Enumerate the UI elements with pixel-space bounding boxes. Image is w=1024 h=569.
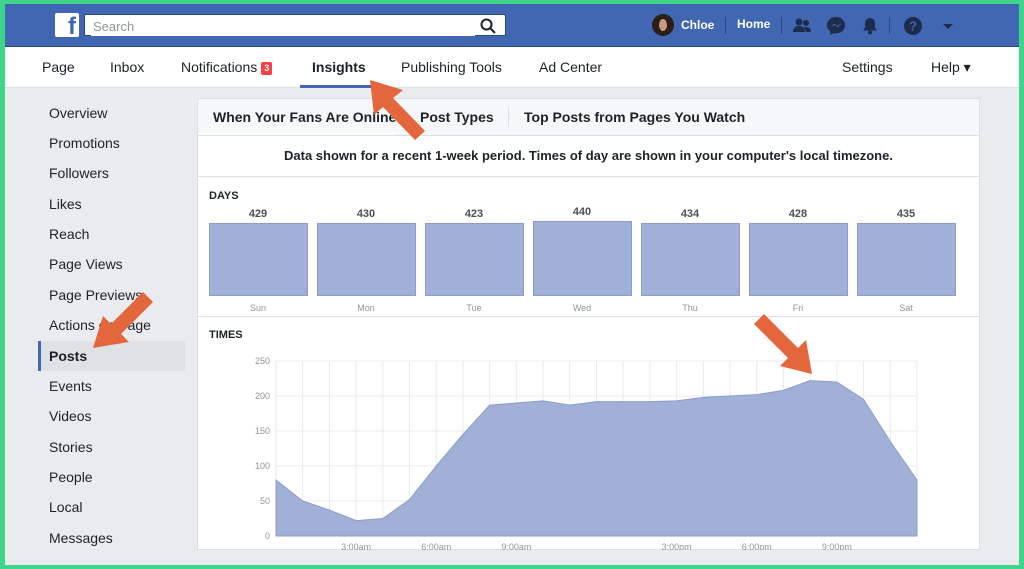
y-tick-label: 50 — [260, 496, 270, 506]
x-tick-label: 9:00am — [501, 542, 531, 550]
x-tick-label: 6:00pm — [742, 542, 772, 550]
avatar — [652, 14, 674, 36]
divider — [725, 17, 726, 34]
day-label: Fri — [792, 303, 804, 313]
timezone-notice: Data shown for a recent 1-week period. T… — [198, 136, 979, 177]
posts-tabs: When Your Fans Are Online Post Types Top… — [198, 99, 979, 136]
sidebar-item-followers[interactable]: Followers — [38, 158, 185, 188]
nav-inbox[interactable]: Inbox — [110, 59, 144, 75]
search-box[interactable] — [84, 14, 506, 36]
day-value: 429 — [248, 208, 268, 220]
day-label: Wed — [572, 303, 592, 313]
day-bar[interactable] — [317, 223, 416, 296]
active-tab-indicator — [300, 85, 380, 88]
day-bar[interactable] — [425, 223, 524, 296]
sidebar-item-people[interactable]: People — [38, 462, 185, 492]
notifications-bell-icon[interactable] — [859, 15, 881, 37]
y-tick-label: 150 — [255, 426, 270, 436]
day-label: Sat — [899, 303, 913, 313]
x-tick-label: 3:00am — [341, 542, 371, 550]
tab-post-types[interactable]: Post Types — [420, 109, 494, 125]
tab-when-fans-online[interactable]: When Your Fans Are Online — [213, 109, 396, 125]
y-tick-label: 200 — [255, 391, 270, 401]
divider — [508, 107, 509, 127]
day-bar[interactable] — [749, 223, 848, 296]
sidebar-item-local[interactable]: Local — [38, 492, 185, 522]
sidebar-item-page-previews[interactable]: Page Previews — [38, 280, 185, 310]
day-bar[interactable] — [641, 223, 740, 296]
day-bar[interactable] — [533, 221, 632, 296]
day-label: Mon — [357, 303, 375, 313]
sidebar-item-posts[interactable]: Posts — [38, 341, 185, 371]
y-tick-label: 250 — [255, 356, 270, 366]
nav-ad-center[interactable]: Ad Center — [539, 59, 602, 75]
day-label: Sun — [249, 303, 266, 313]
nav-page[interactable]: Page — [42, 59, 75, 75]
nav-settings[interactable]: Settings — [842, 59, 893, 75]
svg-text:?: ? — [909, 19, 917, 34]
sidebar-item-stories[interactable]: Stories — [38, 432, 185, 462]
times-area-series — [275, 380, 918, 537]
nav-insights[interactable]: Insights — [312, 59, 366, 75]
top-bar: f Chloe Home — [5, 4, 1019, 47]
day-value: 423 — [464, 208, 484, 220]
user-name: Chloe — [681, 18, 715, 32]
messenger-icon[interactable] — [825, 15, 847, 37]
day-value: 430 — [356, 208, 376, 220]
facebook-logo-icon[interactable]: f — [55, 13, 79, 39]
day-value: 435 — [896, 208, 916, 220]
sidebar-item-messages[interactable]: Messages — [38, 523, 185, 553]
account-menu-chevron-down-icon[interactable] — [937, 15, 959, 37]
y-tick-label: 0 — [265, 531, 270, 541]
sidebar-item-overview[interactable]: Overview — [38, 98, 185, 128]
friends-icon[interactable] — [791, 15, 813, 37]
days-section-label: DAYS — [209, 190, 239, 202]
day-label: Tue — [466, 303, 482, 313]
times-section-label: TIMES — [209, 329, 243, 341]
divider — [889, 17, 890, 34]
day-bar[interactable] — [857, 223, 956, 296]
divider — [781, 17, 782, 34]
day-value: 434 — [680, 208, 700, 220]
y-tick-label: 100 — [255, 461, 270, 471]
nav-notifications[interactable]: Notifications 3 — [181, 59, 273, 75]
nav-publishing-tools[interactable]: Publishing Tools — [401, 59, 502, 75]
help-icon[interactable]: ? — [902, 15, 924, 37]
x-tick-label: 6:00am — [421, 542, 451, 550]
sidebar-item-promotions[interactable]: Promotions — [38, 128, 185, 158]
sidebar-item-reach[interactable]: Reach — [38, 219, 185, 249]
x-tick-label: 9:00pm — [822, 542, 852, 550]
day-label: Thu — [682, 303, 698, 313]
search-icon[interactable] — [479, 17, 497, 35]
sidebar-item-videos[interactable]: Videos — [38, 401, 185, 431]
times-area-chart: 0 50 100 150 200 250 3:00am 6:00am 9:00am 3:00pm 6… — [255, 356, 918, 550]
app-frame: f Chloe Home — [5, 4, 1019, 565]
nav-help[interactable]: Help ▾ — [931, 59, 971, 76]
sidebar-item-likes[interactable]: Likes — [38, 189, 185, 219]
page-nav: Page Inbox Notifications 3 Insights Publi… — [5, 47, 1019, 88]
day-value: 440 — [572, 206, 592, 218]
day-bar[interactable] — [209, 223, 308, 296]
tab-top-posts-pages-you-watch[interactable]: Top Posts from Pages You Watch — [524, 109, 745, 125]
active-tab-indicator — [198, 133, 394, 135]
sidebar-item-actions-on-page[interactable]: Actions on Page — [38, 310, 185, 340]
home-link[interactable]: Home — [737, 17, 770, 31]
day-value: 428 — [788, 208, 808, 220]
search-input[interactable] — [91, 16, 475, 36]
divider — [198, 316, 979, 317]
notification-count-badge: 3 — [261, 62, 273, 75]
sidebar-item-page-views[interactable]: Page Views — [38, 249, 185, 279]
user-profile-link[interactable]: Chloe — [652, 14, 714, 36]
insights-posts-panel: When Your Fans Are Online Post Types Top… — [197, 98, 980, 550]
sidebar-item-events[interactable]: Events — [38, 371, 185, 401]
x-tick-label: 3:00pm — [662, 542, 692, 550]
